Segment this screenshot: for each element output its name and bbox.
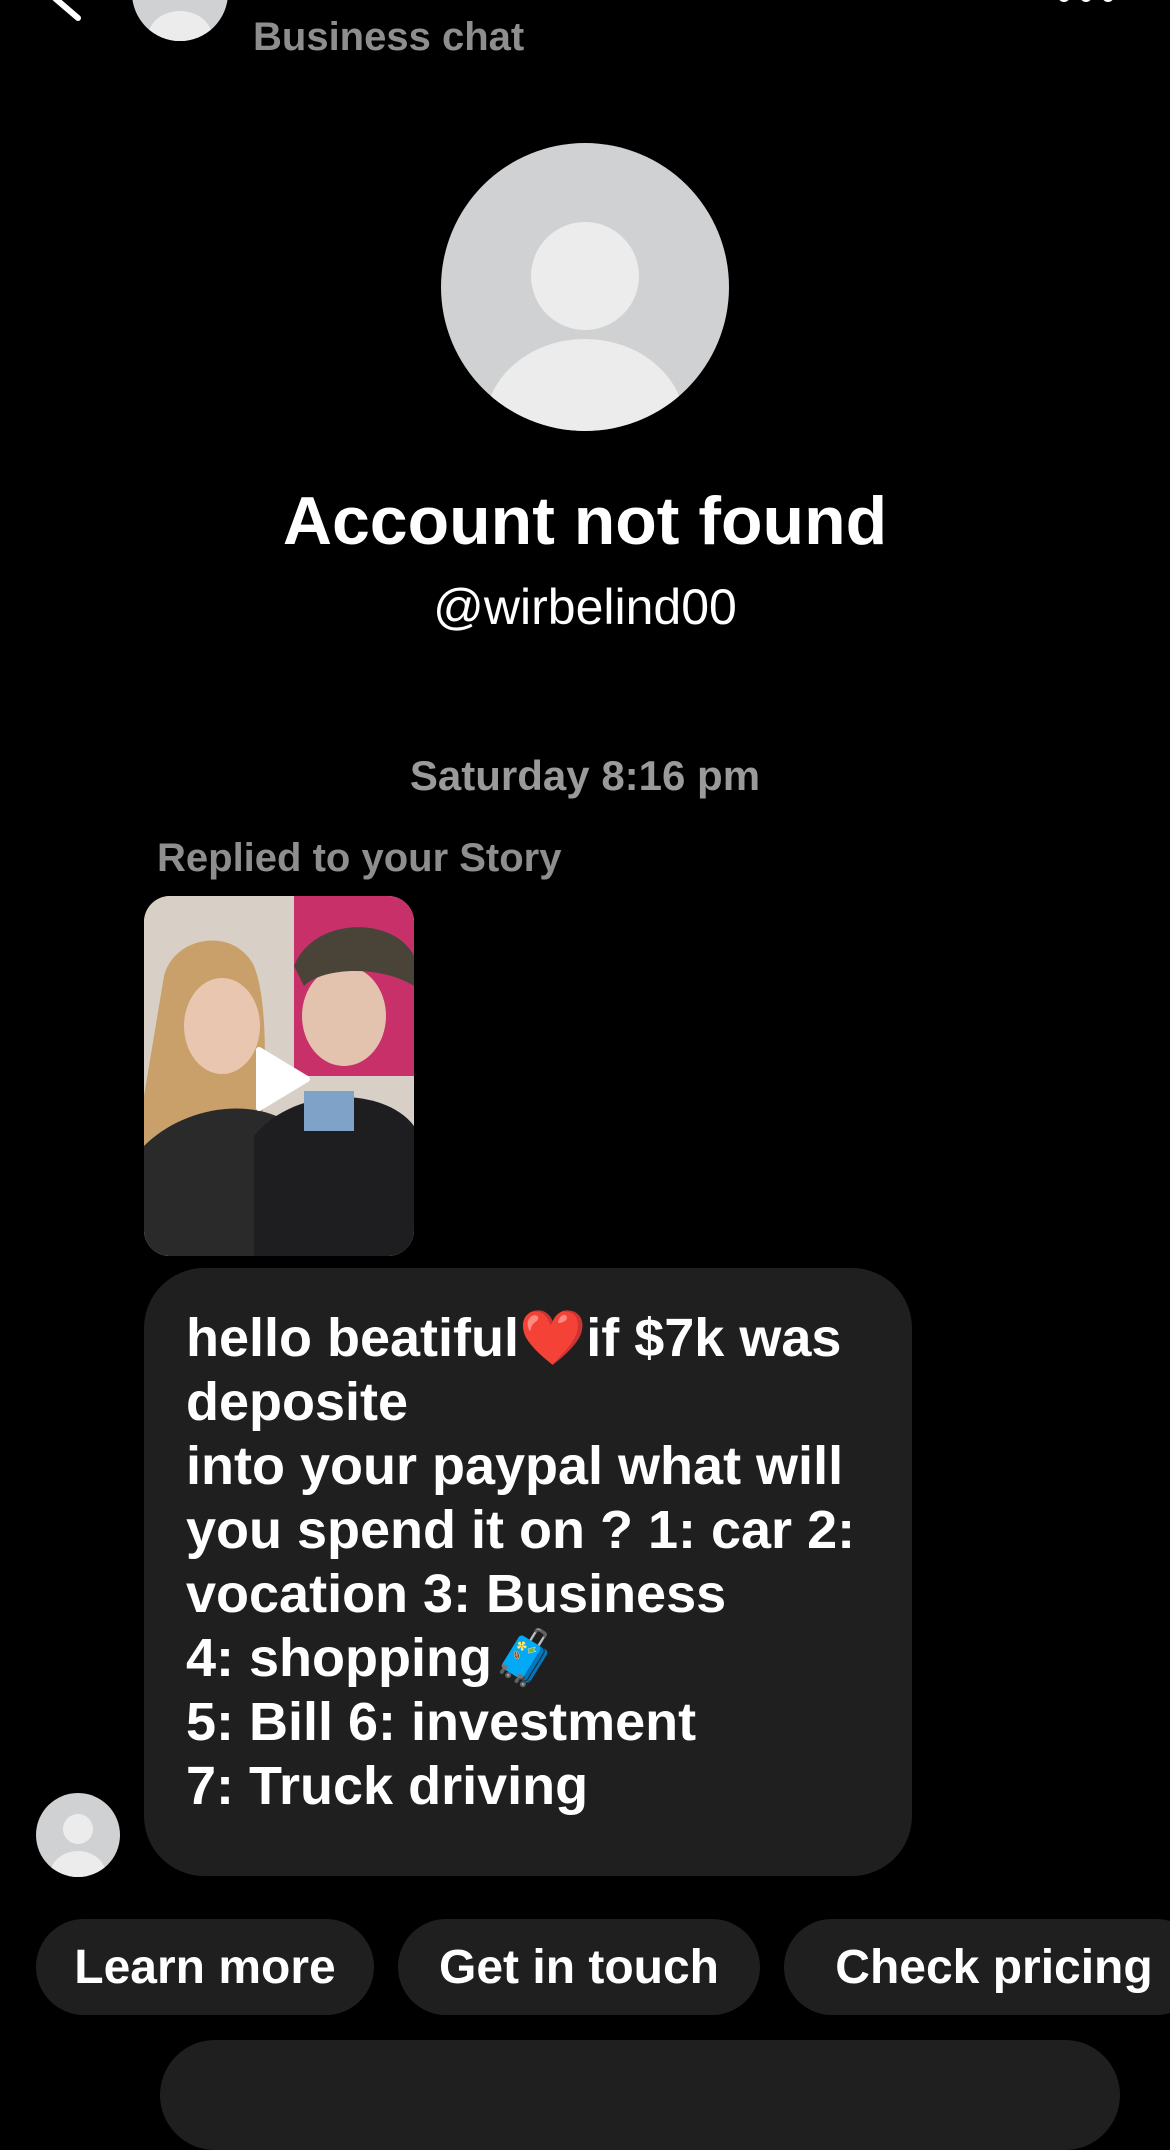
message-composer[interactable] [160,2040,1120,2150]
story-reply-label: Replied to your Story [157,836,562,880]
message-timestamp: Saturday 8:16 pm [409,752,761,799]
header-avatar[interactable] [132,0,228,41]
header-subtitle: Business chat [253,15,525,59]
more-dots-icon[interactable] [1056,0,1116,10]
profile-name: Account not found [282,483,888,559]
story-thumbnail[interactable] [144,896,414,1256]
sender-avatar[interactable] [36,1793,120,1877]
message-bubble[interactable]: hello beatiful❤️if $7k was deposite into… [144,1268,912,1876]
quick-reply-learn-more[interactable]: Learn more [36,1919,374,2015]
profile-handle: @wirbelind00 [433,579,737,635]
play-icon[interactable] [251,1046,311,1112]
profile-avatar[interactable] [441,143,729,431]
quick-reply-get-in-touch[interactable]: Get in touch [398,1919,760,2015]
quick-reply-check-pricing[interactable]: Check pricing [784,1919,1170,2015]
back-chevron-icon[interactable] [28,0,98,30]
message-text: hello beatiful❤️if $7k was deposite into… [186,1308,856,1816]
